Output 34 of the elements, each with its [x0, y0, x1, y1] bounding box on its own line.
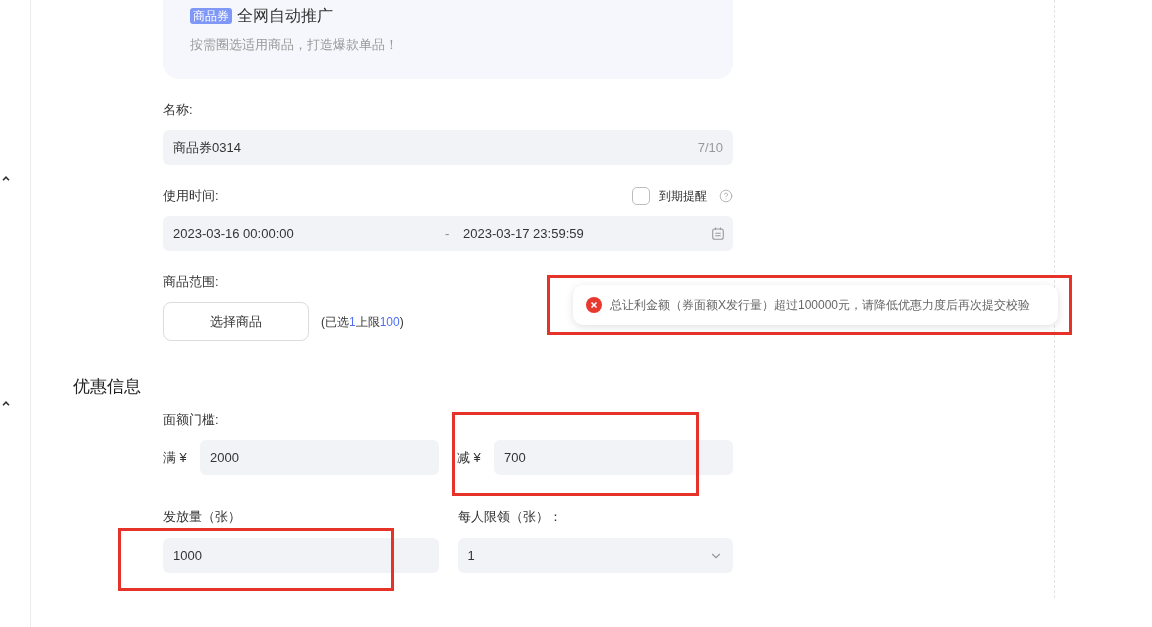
error-message: 总让利金额（券面额X发行量）超过100000元，请降低优惠力度后再次提交校验 — [610, 297, 1031, 314]
coupon-tag: 商品券 — [190, 8, 232, 24]
caret-icon[interactable] — [2, 176, 10, 181]
card-title: 全网自动推广 — [237, 6, 333, 26]
select-value: 1 — [467, 546, 475, 565]
field-label: 每人限领（张）： — [457, 508, 562, 526]
section-title: 优惠信息 — [73, 376, 141, 398]
quantity-input[interactable]: 1000 — [163, 538, 439, 573]
card-subtitle: 按需圈选适用商品，打造爆款单品！ — [190, 36, 398, 54]
reminder-checkbox[interactable] — [632, 187, 650, 205]
currency-prefix: 减 ¥ — [457, 448, 482, 467]
end-date: 2023-03-17 23:59:59 — [463, 224, 585, 243]
start-date: 2023-03-16 00:00:00 — [173, 224, 295, 243]
input-value: 商品券0314 — [173, 138, 241, 157]
field-label: 面额门槛: — [163, 411, 219, 429]
field-label: 使用时间: — [163, 187, 219, 205]
field-label: 名称: — [163, 101, 193, 119]
char-counter: 7/10 — [697, 138, 723, 157]
caret-icon[interactable] — [2, 401, 10, 406]
reminder-label: 到期提醒 — [659, 188, 707, 205]
selection-note: (已选1上限100) — [321, 313, 404, 331]
field-label: 商品范围: — [163, 273, 219, 291]
help-icon[interactable] — [719, 189, 733, 203]
calendar-icon[interactable] — [712, 227, 724, 240]
limit-select[interactable]: 1 — [457, 538, 733, 573]
date-range-field[interactable]: 2023-03-16 00:00:00 - 2023-03-17 23:59:59 — [163, 216, 733, 251]
error-icon — [586, 297, 602, 313]
amount-input[interactable]: 2000 — [200, 440, 439, 475]
select-products-button[interactable]: 选择商品 — [163, 302, 309, 341]
field-label: 发放量（张） — [163, 508, 241, 526]
amount-input[interactable]: 700 — [494, 440, 733, 475]
currency-prefix: 满 ¥ — [163, 448, 188, 467]
range-separator: - — [445, 224, 451, 243]
name-input[interactable]: 商品券0314 7/10 — [163, 130, 733, 165]
